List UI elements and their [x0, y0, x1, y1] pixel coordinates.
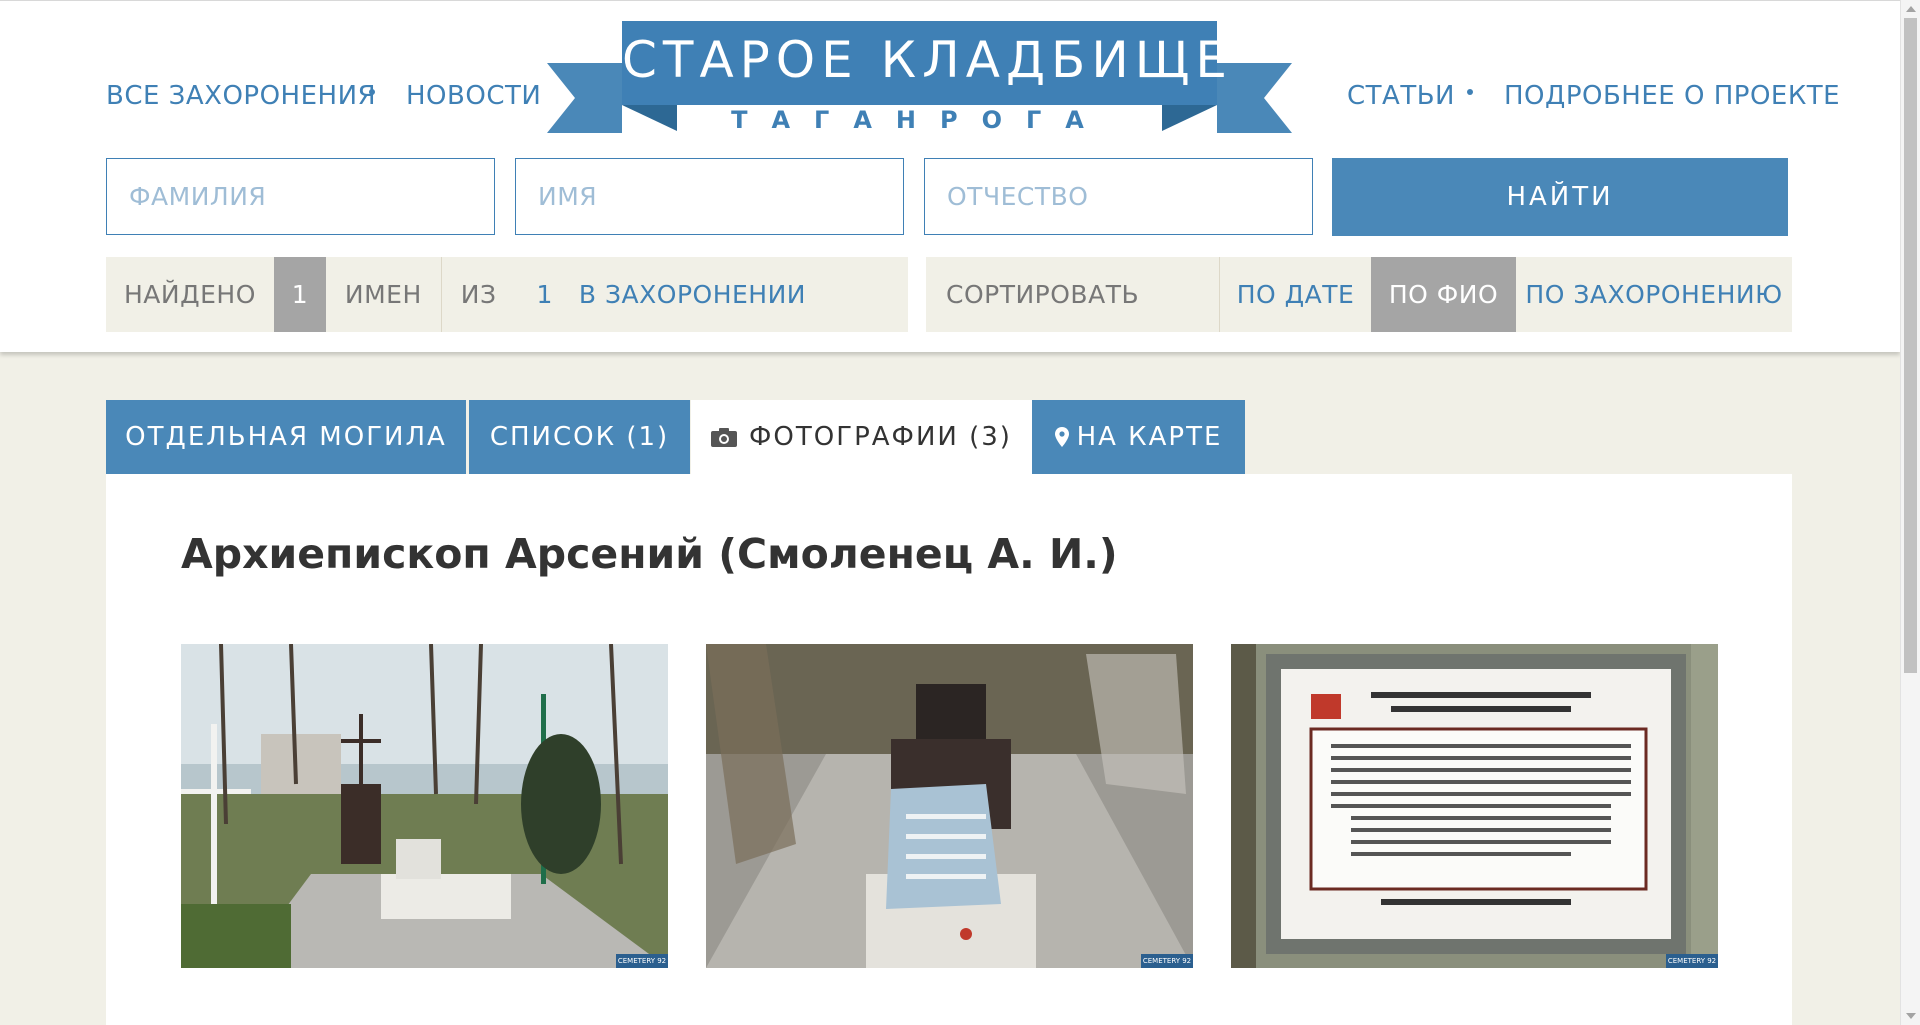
- tab-label: ОТДЕЛЬНАЯ МОГИЛА: [125, 422, 447, 452]
- grave-photo[interactable]: CEMETERY 92: [181, 644, 668, 968]
- surname-input[interactable]: [106, 158, 495, 235]
- found-label: НАЙДЕНО: [124, 280, 256, 309]
- tab-single-grave[interactable]: ОТДЕЛЬНАЯ МОГИЛА: [106, 400, 466, 474]
- photo-watermark: CEMETERY 92: [1666, 954, 1718, 968]
- photo-image: [706, 644, 1193, 968]
- sort-by-burial-button[interactable]: ПО ЗАХОРОНЕНИЮ: [1516, 257, 1792, 332]
- found-count-badge: 1: [273, 257, 326, 332]
- scroll-up-arrow-icon[interactable]: [1906, 6, 1916, 12]
- photo-watermark: CEMETERY 92: [616, 954, 668, 968]
- sort-by-name-button[interactable]: ПО ФИО: [1371, 257, 1516, 332]
- sort-label: СОРТИРОВАТЬ: [926, 257, 1220, 332]
- tab-list[interactable]: СПИСОК (1): [469, 400, 690, 474]
- tab-on-map[interactable]: НА КАРТЕ: [1032, 400, 1245, 474]
- search-button[interactable]: НАЙТИ: [1332, 158, 1788, 236]
- results-summary-bar: НАЙДЕНО 1 ИМЕН ИЗ 1 В ЗАХОРОНЕНИИ: [106, 257, 908, 332]
- sort-bar: СОРТИРОВАТЬ ПО ДАТЕ ПО ФИО ПО ЗАХОРОНЕНИ…: [926, 257, 1792, 332]
- photo-image: [1231, 644, 1718, 968]
- page-scrollbar[interactable]: [1900, 0, 1920, 1025]
- map-pin-icon: [1054, 427, 1069, 447]
- nav-about-project-link[interactable]: ПОДРОБНЕЕ О ПРОЕКТЕ: [1504, 81, 1840, 111]
- nav-articles-link[interactable]: СТАТЬИ: [1347, 81, 1455, 111]
- name-input[interactable]: [515, 158, 904, 235]
- of-label: ИЗ: [460, 280, 497, 309]
- nav-all-burials-link[interactable]: ВСЕ ЗАХОРОНЕНИЯ: [106, 81, 376, 111]
- camera-icon: [711, 427, 738, 447]
- photo-image: [181, 644, 668, 968]
- tab-label: СПИСОК (1): [489, 422, 670, 452]
- site-logo[interactable]: СТАРОЕ КЛАДБИЩЕ ТАГАНРОГА: [547, 21, 1292, 139]
- grave-photo[interactable]: CEMETERY 92: [1231, 644, 1718, 968]
- photos-panel: Архиепископ Арсений (Смоленец А. И.) CEM…: [106, 474, 1792, 1025]
- logo-title: СТАРОЕ КЛАДБИЩЕ: [622, 31, 1233, 89]
- photo-watermark: CEMETERY 92: [1141, 954, 1193, 968]
- nav-separator-dot: [1467, 89, 1473, 95]
- nav-separator-dot: [369, 89, 375, 95]
- scrollbar-thumb[interactable]: [1904, 18, 1917, 673]
- scroll-down-arrow-icon[interactable]: [1906, 1013, 1916, 1019]
- names-label: ИМЕН: [326, 257, 442, 332]
- burial-count[interactable]: 1: [517, 257, 573, 332]
- sort-by-date-button[interactable]: ПО ДАТЕ: [1220, 257, 1371, 332]
- nav-news-link[interactable]: НОВОСТИ: [406, 81, 541, 111]
- tab-photos[interactable]: ФОТОГРАФИИ (3): [691, 400, 1032, 474]
- logo-subtitle: ТАГАНРОГА: [731, 106, 1108, 134]
- site-header: ВСЕ ЗАХОРОНЕНИЯ НОВОСТИ СТАРОЕ КЛАДБИЩЕ …: [0, 0, 1900, 352]
- grave-photo[interactable]: CEMETERY 92: [706, 644, 1193, 968]
- tab-label: НА КАРТЕ: [1076, 422, 1223, 452]
- patronymic-input[interactable]: [924, 158, 1313, 235]
- page-title: Архиепископ Арсений (Смоленец А. И.): [181, 530, 1118, 578]
- tab-label: ФОТОГРАФИИ (3): [749, 422, 1012, 452]
- burial-link[interactable]: В ЗАХОРОНЕНИИ: [573, 257, 812, 332]
